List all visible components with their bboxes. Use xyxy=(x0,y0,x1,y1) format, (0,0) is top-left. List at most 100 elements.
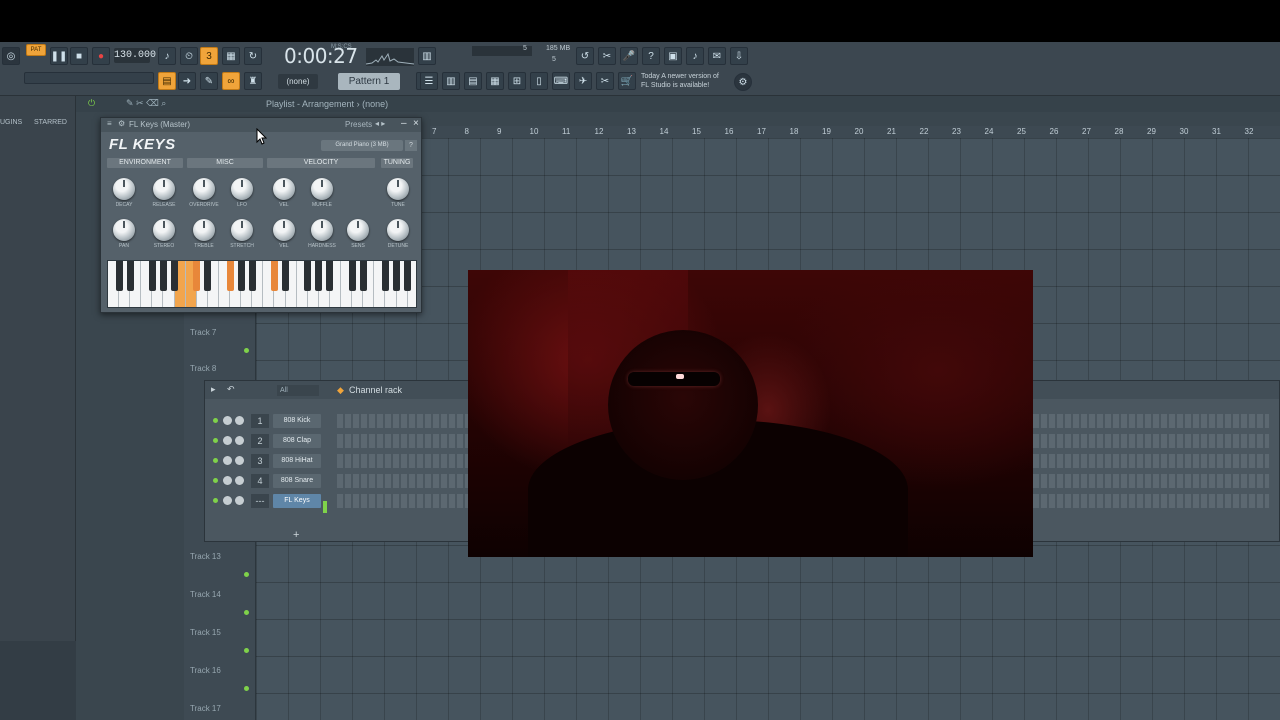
channel-filter[interactable]: All xyxy=(277,385,319,396)
pattern-mode-button[interactable]: PAT xyxy=(26,44,46,56)
black-key[interactable] xyxy=(359,261,367,291)
rack-back-icon[interactable]: ↶ xyxy=(227,384,235,395)
undo-icon[interactable]: ↺ xyxy=(576,47,594,65)
channel-mute-led[interactable] xyxy=(213,458,218,463)
channel-number[interactable]: 2 xyxy=(251,434,269,448)
channel-volume-bar[interactable] xyxy=(323,501,327,513)
preset-selector[interactable]: Grand Piano (3 MB) xyxy=(321,140,403,151)
playlist-tools-icon[interactable]: ✎ ✂ ⌫ ⌕ xyxy=(126,98,166,109)
black-key[interactable] xyxy=(237,261,245,291)
channel-knob[interactable] xyxy=(235,436,244,445)
knob[interactable] xyxy=(273,178,295,200)
black-key[interactable] xyxy=(348,261,356,291)
channel-knob[interactable] xyxy=(223,496,232,505)
track-mute-led[interactable] xyxy=(244,572,249,577)
knob[interactable] xyxy=(347,219,369,241)
tab-starred[interactable]: STARRED xyxy=(34,119,67,126)
fl-keys-gear-icon[interactable]: ⚙ xyxy=(118,119,125,128)
knob[interactable] xyxy=(193,178,215,200)
black-key[interactable] xyxy=(193,261,201,291)
snap-selector[interactable]: (none) xyxy=(278,74,318,89)
record-button[interactable]: ● xyxy=(92,47,110,65)
fl-keys-help-button[interactable]: ? xyxy=(405,140,417,151)
black-key[interactable] xyxy=(270,261,278,291)
track-mute-led[interactable] xyxy=(244,348,249,353)
channel-number[interactable]: 3 xyxy=(251,454,269,468)
channel-name-button[interactable]: 808 Snare xyxy=(273,474,321,488)
track-label[interactable]: Track 15 xyxy=(190,628,221,637)
knob[interactable] xyxy=(387,178,409,200)
download-icon[interactable]: ⇩ xyxy=(730,47,748,65)
shop-icon[interactable]: 🛒 xyxy=(618,72,636,90)
chat-icon[interactable]: ✉ xyxy=(708,47,726,65)
track-mute-led[interactable] xyxy=(244,648,249,653)
knob[interactable] xyxy=(311,219,333,241)
channel-knob[interactable] xyxy=(223,456,232,465)
black-key[interactable] xyxy=(171,261,178,291)
knob[interactable] xyxy=(193,219,215,241)
tempo-display[interactable]: 130.000 xyxy=(114,48,156,63)
pencil-icon[interactable]: ✎ xyxy=(200,72,218,90)
news-panel[interactable]: Today A newer version of FL Studio is av… xyxy=(641,72,741,90)
channel-mute-led[interactable] xyxy=(213,498,218,503)
black-key[interactable] xyxy=(326,261,334,291)
black-key[interactable] xyxy=(126,261,134,291)
cpu-panel-icon[interactable]: ▥ xyxy=(418,47,436,65)
black-key[interactable] xyxy=(315,261,323,291)
black-key[interactable] xyxy=(148,261,156,291)
script-icon[interactable]: ✈ xyxy=(574,72,592,90)
black-key[interactable] xyxy=(115,261,123,291)
fl-keys-menu-icon[interactable]: ≡ xyxy=(107,119,112,128)
channel-name-button[interactable]: 808 Clap xyxy=(273,434,321,448)
stop-button[interactable]: ■ xyxy=(70,47,88,65)
close-icon[interactable]: × xyxy=(413,118,419,129)
save-icon[interactable]: ▣ xyxy=(664,47,682,65)
knob[interactable] xyxy=(311,178,333,200)
black-key[interactable] xyxy=(304,261,312,291)
channel-mute-led[interactable] xyxy=(213,478,218,483)
playlist-power-icon[interactable]: ⏻ xyxy=(88,98,95,109)
black-key[interactable] xyxy=(282,261,289,291)
tab-plugins[interactable]: UGINS xyxy=(0,119,22,126)
mic-icon[interactable]: 🎤 xyxy=(620,47,638,65)
blend-icon[interactable]: ▦ xyxy=(222,47,240,65)
black-key[interactable] xyxy=(248,261,256,291)
channel-number[interactable]: 4 xyxy=(251,474,269,488)
channel-knob[interactable] xyxy=(223,436,232,445)
track-label[interactable]: Track 7 xyxy=(190,328,216,337)
loop-record-icon[interactable]: ↻ xyxy=(244,47,262,65)
add-channel-button[interactable]: + xyxy=(293,529,299,541)
touch-keyboard-icon[interactable]: ⌨ xyxy=(552,72,570,90)
channel-knob[interactable] xyxy=(223,476,232,485)
track-label[interactable]: Track 17 xyxy=(190,704,221,713)
help-icon[interactable]: ? xyxy=(642,47,660,65)
play-button[interactable]: ❚❚ xyxy=(50,47,68,65)
presets-label[interactable]: Presets xyxy=(345,120,372,129)
master-volume-slider[interactable] xyxy=(24,72,154,84)
playlist-ruler[interactable]: 7 8 9 10 11 12 13 14 15 16 17 18 19 20 21 22 23 24 25 26 27 2… xyxy=(430,126,1280,138)
track-mute-led[interactable] xyxy=(244,610,249,615)
black-key[interactable] xyxy=(404,261,412,291)
channel-name-button[interactable]: 808 Kick xyxy=(273,414,321,428)
piano-roll-icon[interactable]: ▤ xyxy=(464,72,482,90)
pattern-selector[interactable]: Pattern 1 xyxy=(338,73,400,90)
channel-knob[interactable] xyxy=(235,416,244,425)
menu-icon[interactable]: ◎ xyxy=(2,47,20,65)
track-mute-led[interactable] xyxy=(244,686,249,691)
arrow-icon[interactable]: ➜ xyxy=(178,72,196,90)
channel-knob[interactable] xyxy=(235,496,244,505)
countdown-icon[interactable]: 3 xyxy=(200,47,218,65)
channel-rack-icon[interactable]: ▥ xyxy=(442,72,460,90)
track-label[interactable]: Track 16 xyxy=(190,666,221,675)
metronome-icon[interactable]: ♪ xyxy=(158,47,176,65)
track-label[interactable]: Track 8 xyxy=(190,364,216,373)
knob[interactable] xyxy=(113,219,135,241)
knob[interactable] xyxy=(387,219,409,241)
wait-icon[interactable]: ⏲ xyxy=(180,47,198,65)
rack-swing-icon[interactable]: ◆ xyxy=(337,385,344,396)
channel-knob[interactable] xyxy=(223,416,232,425)
channel-name-button[interactable]: 808 HiHat xyxy=(273,454,321,468)
knob[interactable] xyxy=(153,219,175,241)
black-key[interactable] xyxy=(226,261,234,291)
tools-icon[interactable]: ✂ xyxy=(598,47,616,65)
